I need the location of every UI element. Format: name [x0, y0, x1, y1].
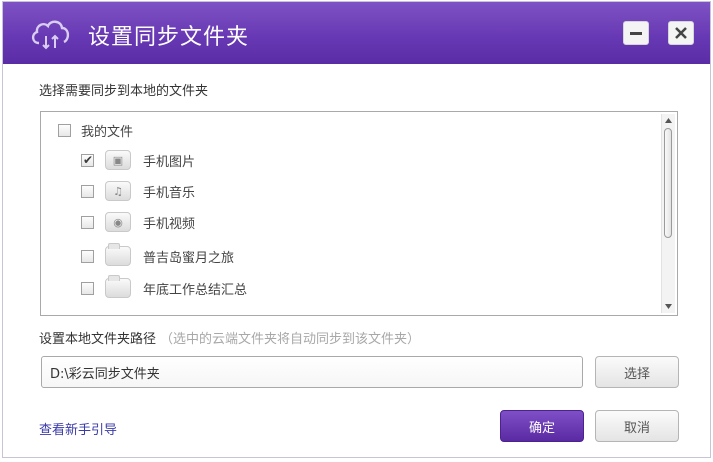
item-checkbox[interactable]	[81, 215, 94, 229]
close-icon	[675, 27, 687, 39]
minimize-button[interactable]	[623, 21, 649, 45]
scroll-thumb[interactable]	[664, 128, 672, 238]
music-icon: ♫	[105, 181, 131, 201]
tree-item-label: 手机视频	[143, 216, 196, 232]
confirm-button[interactable]: 确定	[500, 410, 584, 442]
close-button[interactable]	[668, 21, 694, 45]
tree-item-music[interactable]: ♫ 手机音乐	[81, 179, 195, 203]
folder-icon	[105, 243, 131, 266]
tree-item-label: 手机音乐	[143, 185, 196, 201]
sync-folder-dialog: 设置同步文件夹 选择需要同步到本地的文件夹 我的文件 ✔ ▣ 手机图片 ♫ 手机…	[2, 1, 711, 458]
tree-scrollbar[interactable]	[661, 114, 675, 313]
local-path-label-text: 设置本地文件夹路径	[39, 332, 157, 347]
tree-root-my-files[interactable]: 我的文件	[58, 118, 133, 142]
tree-item-honeymoon[interactable]: 普吉岛蜜月之旅	[81, 243, 235, 268]
item-checkbox[interactable]	[81, 281, 94, 295]
video-icon: ◉	[105, 212, 131, 232]
dialog-title: 设置同步文件夹	[88, 25, 250, 50]
local-path-hint: （选中的云端文件夹将自动同步到该文件夹）	[160, 332, 421, 347]
minimize-icon	[630, 32, 642, 35]
folder-tree: 我的文件 ✔ ▣ 手机图片 ♫ 手机音乐 ◉ 手机视频 普吉岛蜜月之旅 年底工作…	[40, 111, 678, 316]
checkmark-icon: ✔	[83, 152, 94, 167]
root-checkbox[interactable]	[58, 123, 71, 137]
item-checkbox[interactable]	[81, 249, 94, 263]
item-checkbox[interactable]	[81, 184, 94, 198]
title-bar[interactable]: 设置同步文件夹	[3, 2, 710, 64]
scroll-down-icon[interactable]	[663, 301, 674, 312]
folder-select-label: 选择需要同步到本地的文件夹	[39, 84, 209, 99]
cancel-button[interactable]: 取消	[595, 410, 679, 442]
cloud-sync-icon	[31, 20, 70, 50]
tree-item-label: 普吉岛蜜月之旅	[143, 250, 235, 266]
folder-icon	[105, 275, 131, 298]
scroll-up-icon[interactable]	[663, 115, 674, 126]
local-path-label: 设置本地文件夹路径 （选中的云端文件夹将自动同步到该文件夹）	[39, 328, 420, 347]
local-path-input[interactable]	[41, 356, 583, 388]
item-checkbox[interactable]: ✔	[81, 152, 94, 167]
tree-item-label: 年底工作总结汇总	[143, 282, 248, 298]
tree-item-label: 手机图片	[143, 154, 196, 170]
tree-root-label: 我的文件	[81, 124, 134, 140]
tree-item-year-summary[interactable]: 年底工作总结汇总	[81, 275, 248, 300]
select-path-button[interactable]: 选择	[595, 356, 679, 388]
tree-item-video[interactable]: ◉ 手机视频	[81, 210, 195, 234]
image-icon: ▣	[105, 150, 131, 170]
beginner-guide-link[interactable]: 查看新手引导	[39, 419, 117, 438]
tree-item-photos[interactable]: ✔ ▣ 手机图片	[81, 148, 195, 172]
